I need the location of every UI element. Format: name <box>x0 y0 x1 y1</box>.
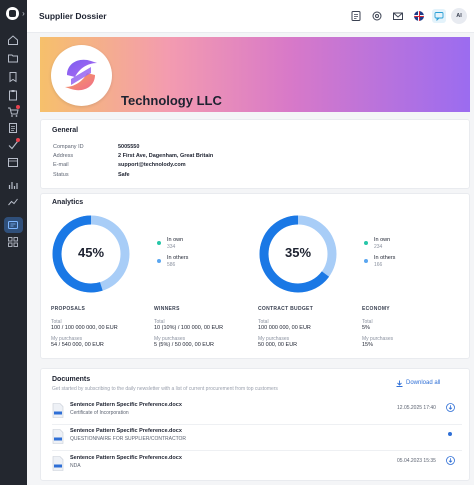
document-name: Sentence Pattern Specific Preference.doc… <box>70 455 182 461</box>
others-legend-count: 166 <box>374 262 383 268</box>
general-card: General Company ID 5005550 Address 2 Fir… <box>40 119 470 189</box>
download-all-label: Download all <box>406 380 441 386</box>
company-id-value: 5005550 <box>118 144 140 150</box>
own-legend-count: 334 <box>167 244 176 250</box>
company-id-label: Company ID <box>53 144 84 150</box>
page-title: Supplier Dossier <box>39 11 107 21</box>
notes-icon[interactable] <box>350 10 362 22</box>
download-icon[interactable] <box>446 403 455 412</box>
winners-mine-value: 5 (5%) / 50 000, 00 EUR <box>154 342 214 348</box>
download-icon <box>396 380 403 387</box>
document-name: Sentence Pattern Specific Preference.doc… <box>70 402 182 408</box>
clipboard-icon[interactable] <box>7 89 19 101</box>
calendar-icon[interactable] <box>7 156 19 168</box>
documents-title: Documents <box>52 376 91 383</box>
mail-icon[interactable] <box>392 10 404 22</box>
top-header: Supplier Dossier AI <box>27 0 474 33</box>
document-date: 12.05.2025 17:40 <box>397 405 436 411</box>
proposals-heading: PROPOSALS <box>51 306 86 312</box>
sidebar: › <box>0 0 27 485</box>
donut-chart-winners: 35% <box>258 214 338 294</box>
own-legend-dot <box>364 241 368 245</box>
status-label: Status <box>53 172 69 178</box>
contract-budget-heading: CONTRACT BUDGET <box>258 306 314 312</box>
donut-chart-proposals: 45% <box>51 214 131 294</box>
others-legend-dot <box>364 259 368 263</box>
chat-icon <box>434 12 444 21</box>
bar-chart-icon[interactable] <box>7 179 19 191</box>
document-row[interactable]: Sentence Pattern Specific Preference.doc… <box>52 401 462 423</box>
address-value: 2 First Ave, Dagenham, Great Britain <box>118 153 214 159</box>
row-divider <box>52 424 462 425</box>
supplier-icon[interactable] <box>7 219 19 231</box>
others-legend-dot <box>157 259 161 263</box>
own-legend-label: In own <box>167 237 184 243</box>
document-row[interactable]: Sentence Pattern Specific Preference.doc… <box>52 427 462 449</box>
language-flag-icon[interactable] <box>414 11 424 21</box>
economy-total-value: 5% <box>362 325 370 331</box>
others-legend-count: 586 <box>167 262 176 268</box>
document-name: Sentence Pattern Specific Preference.doc… <box>70 428 182 434</box>
chevron-right-icon[interactable]: › <box>20 7 27 20</box>
donut-percent: 45% <box>77 245 105 260</box>
documents-card: Documents Get started by subscribing to … <box>40 368 470 481</box>
status-value: Safe <box>118 172 130 178</box>
settings-icon[interactable] <box>371 10 383 22</box>
analytics-title: Analytics <box>52 199 84 206</box>
document-icon[interactable] <box>7 122 19 134</box>
bookmark-icon[interactable] <box>7 71 19 83</box>
document-row[interactable]: Sentence Pattern Specific Preference.doc… <box>52 454 462 476</box>
email-label: E-mail <box>53 162 69 168</box>
own-legend-dot <box>157 241 161 245</box>
docx-file-icon <box>52 456 64 471</box>
document-description: NDA <box>70 463 81 469</box>
grid-icon[interactable] <box>7 236 19 248</box>
own-legend-label: In own <box>374 237 391 243</box>
email-value[interactable]: support@technolody.com <box>118 162 186 168</box>
company-logo <box>51 45 112 106</box>
contract-budget-mine-value: 50 000, 00 EUR <box>258 342 298 348</box>
contract-budget-total-value: 100 000 000, 00 EUR <box>258 325 311 331</box>
notification-dot <box>16 138 20 142</box>
others-legend-label: In others <box>167 255 189 261</box>
user-avatar[interactable]: AI <box>451 8 467 24</box>
docx-file-icon <box>52 403 64 418</box>
documents-subtitle: Get started by subscribing to the daily … <box>52 386 278 392</box>
document-description: QUESTIONNAIRE FOR SUPPLIER/CONTRACTOR <box>70 436 187 442</box>
proposals-total-value: 100 / 100 000 000, 00 EUR <box>51 325 118 331</box>
notification-dot <box>16 105 20 109</box>
general-title: General <box>52 127 79 134</box>
line-chart-icon[interactable] <box>7 196 19 208</box>
home-icon[interactable] <box>7 34 19 46</box>
status-dot <box>448 432 452 436</box>
download-all-button[interactable]: Download all <box>396 380 441 387</box>
donut-percent: 35% <box>284 245 312 260</box>
economy-heading: ECONOMY <box>362 306 390 312</box>
others-legend-label: In others <box>374 255 396 261</box>
winners-total-value: 10 (10%) / 100 000, 00 EUR <box>154 325 224 331</box>
download-icon[interactable] <box>446 456 455 465</box>
economy-mine-value: 15% <box>362 342 374 348</box>
folder-icon[interactable] <box>7 52 19 64</box>
company-name: Technology LLC <box>121 93 222 108</box>
own-legend-count: 234 <box>374 244 383 250</box>
document-date: 05.04.2023 15:35 <box>397 458 436 464</box>
document-description: Certificate of Incorporation <box>70 410 129 416</box>
docx-file-icon <box>52 429 64 444</box>
row-divider <box>52 450 462 451</box>
app-logo[interactable] <box>6 7 19 20</box>
winners-heading: WINNERS <box>154 306 180 312</box>
analytics-card: Analytics 45% In own 334 In others 586 3… <box>40 193 470 359</box>
proposals-mine-value: 54 / 540 000, 00 EUR <box>51 342 104 348</box>
address-label: Address <box>53 153 74 159</box>
chat-button[interactable] <box>432 9 446 23</box>
